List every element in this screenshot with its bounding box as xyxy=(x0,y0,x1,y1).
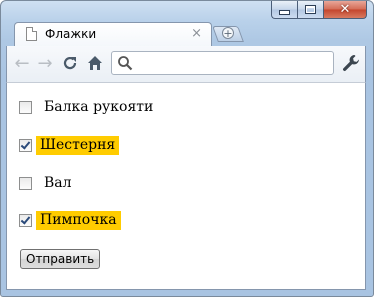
minimize-icon xyxy=(279,10,290,15)
minimize-button[interactable] xyxy=(271,1,297,19)
browser-window: ✕ Флажки × + ← → Балка рукояти Шестерня … xyxy=(0,0,374,297)
checkbox-shesternya[interactable] xyxy=(19,138,32,152)
maximize-icon xyxy=(305,5,316,14)
window-controls: ✕ xyxy=(271,1,367,20)
tab-active[interactable]: Флажки × xyxy=(14,22,212,47)
back-arrow-icon: ← xyxy=(14,52,30,74)
close-window-button[interactable]: ✕ xyxy=(323,1,367,19)
checkbox-row[interactable]: Шестерня xyxy=(19,135,120,155)
checkbox-label: Вал xyxy=(44,174,72,191)
wrench-icon[interactable] xyxy=(340,52,362,74)
checkbox-row[interactable]: Вал xyxy=(19,173,76,193)
tab-title: Флажки xyxy=(45,27,97,41)
checkbox-row[interactable]: Пимпочка xyxy=(19,210,121,230)
maximize-button[interactable] xyxy=(297,1,323,19)
checkbox-row[interactable]: Балка рукояти xyxy=(19,97,157,117)
toolbar: ← → xyxy=(6,46,366,82)
forward-button[interactable]: → xyxy=(34,52,56,74)
page-icon xyxy=(26,27,37,41)
home-button[interactable] xyxy=(84,52,106,74)
checkbox-label-highlighted: Шестерня xyxy=(36,135,120,155)
checkbox-balka[interactable] xyxy=(19,100,32,114)
back-button[interactable]: ← xyxy=(11,52,33,74)
submit-button[interactable]: Отправить xyxy=(20,249,101,269)
checkbox-pimpochka[interactable] xyxy=(19,213,32,227)
search-icon xyxy=(118,56,133,71)
page-content: Балка рукояти Шестерня Вал Пимпочка Отпр… xyxy=(6,82,366,290)
home-icon xyxy=(88,56,102,70)
checkbox-val[interactable] xyxy=(19,176,32,190)
address-bar[interactable] xyxy=(111,51,334,75)
close-icon: ✕ xyxy=(339,2,351,17)
address-input[interactable] xyxy=(136,54,326,72)
tab-close-icon[interactable]: × xyxy=(191,26,202,41)
reload-icon xyxy=(63,56,77,70)
checkbox-label: Балка рукояти xyxy=(44,98,154,115)
forward-arrow-icon: → xyxy=(37,52,53,74)
checkbox-label-highlighted: Пимпочка xyxy=(36,210,121,230)
new-tab-icon: + xyxy=(222,27,234,40)
reload-button[interactable] xyxy=(59,52,81,74)
